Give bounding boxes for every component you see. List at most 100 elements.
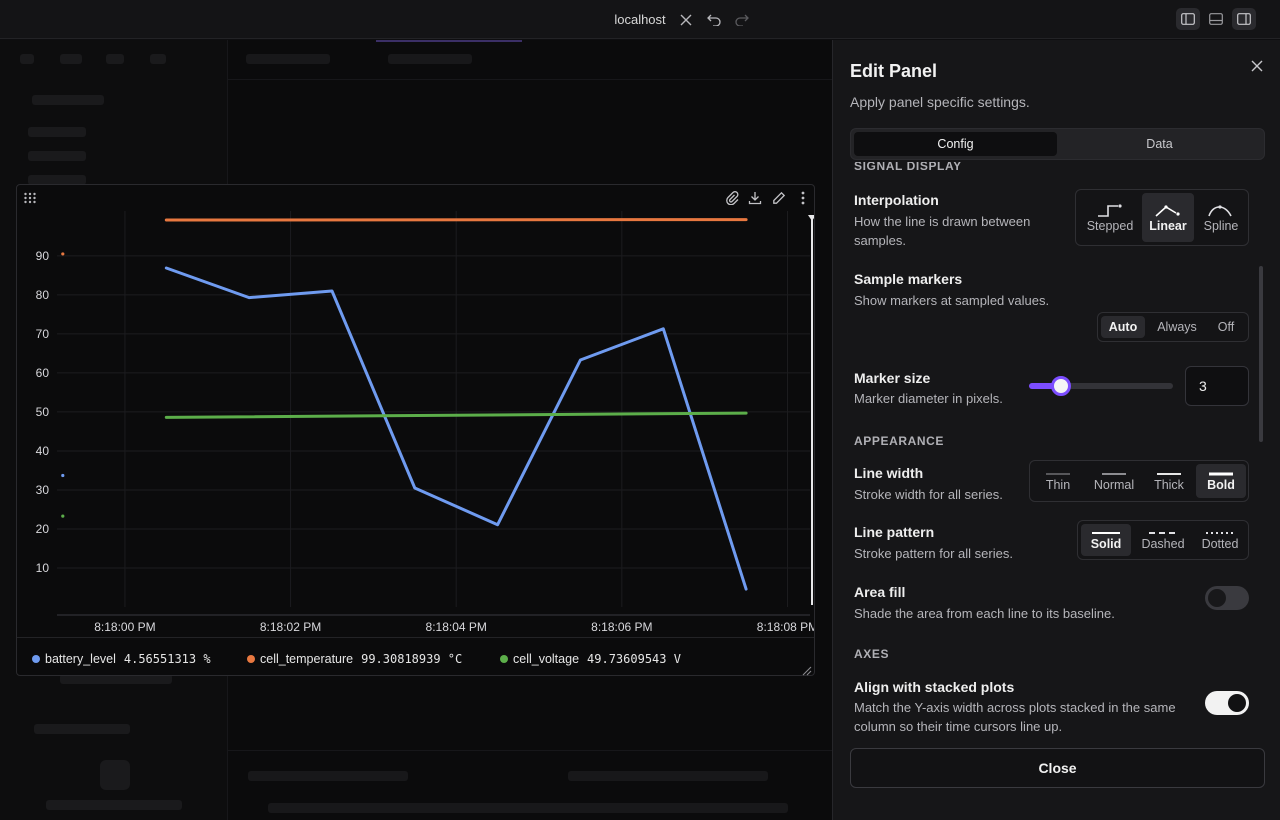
y-tick-label: 60 xyxy=(36,366,50,380)
window-title: localhost xyxy=(614,12,666,27)
y-tick-label: 90 xyxy=(36,249,50,263)
legend-value: 99.30818939 °C xyxy=(361,652,463,666)
interpolation-linear-button[interactable]: Linear xyxy=(1142,193,1194,242)
x-tick-label: 8:18:04 PM xyxy=(426,620,487,634)
legend-swatch xyxy=(500,655,508,663)
marker-size-input[interactable]: 3 xyxy=(1185,366,1249,406)
markers-always-button[interactable]: Always xyxy=(1150,316,1204,338)
marker-point xyxy=(61,473,65,478)
legend-label: cell_temperature xyxy=(260,652,354,666)
config-data-tabs: Config Data xyxy=(850,128,1265,160)
legend-value: 4.56551313 % xyxy=(123,652,211,666)
line-pattern-solid-button[interactable]: Solid xyxy=(1081,524,1131,556)
close-button[interactable]: Close xyxy=(850,748,1265,788)
markers-auto-button[interactable]: Auto xyxy=(1101,316,1145,338)
interpolation-label: Interpolation xyxy=(854,192,939,208)
background-bottom-bar xyxy=(228,750,832,820)
edit-panel: Edit Panel Apply panel specific settings… xyxy=(832,40,1280,820)
section-axes: AXES xyxy=(854,647,890,661)
slider-thumb[interactable] xyxy=(1050,376,1071,396)
line-pattern-label: Line pattern xyxy=(854,524,935,540)
more-options-icon[interactable] xyxy=(794,189,812,207)
option-label: Stepped xyxy=(1086,218,1134,233)
stepped-line-icon xyxy=(1098,203,1122,217)
undo-icon[interactable] xyxy=(704,10,724,30)
close-tab-icon[interactable] xyxy=(676,10,696,30)
area-fill-desc: Shade the area from each line to its bas… xyxy=(854,606,1115,621)
y-tick-label: 20 xyxy=(36,522,50,536)
sample-markers-label: Sample markers xyxy=(854,271,963,287)
edit-pencil-icon[interactable] xyxy=(770,189,788,207)
thick-line-icon xyxy=(1157,473,1181,475)
sample-markers-selector: Auto Always Off xyxy=(1097,312,1249,342)
align-stacked-label: Align with stacked plots xyxy=(854,679,1015,695)
line-width-thin-button[interactable]: Thin xyxy=(1033,464,1083,498)
toggle-knob xyxy=(1228,694,1246,712)
redo-icon[interactable] xyxy=(732,10,752,30)
title-bar: localhost xyxy=(0,0,1280,39)
line-chart[interactable]: 10 20 30 40 50 60 70 80 90 8:18:00 PM 8:18:02 PM 8:… xyxy=(17,211,814,637)
close-icon[interactable] xyxy=(1247,56,1267,76)
align-stacked-toggle[interactable] xyxy=(1205,691,1249,715)
line-pattern-dashed-button[interactable]: Dashed xyxy=(1134,524,1192,556)
x-tick-label: 8:18:08 PM xyxy=(757,620,814,634)
marker-point xyxy=(61,514,65,518)
line-pattern-desc: Stroke pattern for all series. xyxy=(854,546,1013,561)
paperclip-icon[interactable] xyxy=(723,189,741,207)
line-width-bold-button[interactable]: Bold xyxy=(1196,464,1246,498)
legend-label: cell_voltage xyxy=(513,652,580,666)
x-tick-label: 8:18:02 PM xyxy=(260,620,321,634)
line-pattern-dotted-button[interactable]: Dotted xyxy=(1194,524,1246,556)
dashed-line-icon xyxy=(1149,532,1177,534)
line-width-thick-button[interactable]: Thick xyxy=(1144,464,1194,498)
option-label: Spline xyxy=(1203,218,1239,233)
marker-size-slider[interactable] xyxy=(1029,376,1173,396)
toggle-left-sidebar-icon[interactable] xyxy=(1176,8,1200,30)
y-tick-label: 40 xyxy=(36,444,50,458)
sample-markers-desc: Show markers at sampled values. xyxy=(854,293,1050,308)
option-label: Solid xyxy=(1090,537,1122,551)
option-label: Dotted xyxy=(1201,537,1239,551)
x-tick-label: 8:18:06 PM xyxy=(591,620,652,634)
y-tick-label: 80 xyxy=(36,288,50,302)
drag-handle-icon[interactable] xyxy=(23,191,37,205)
thin-line-icon xyxy=(1046,473,1070,475)
option-label: Normal xyxy=(1093,478,1135,492)
line-width-normal-button[interactable]: Normal xyxy=(1086,464,1142,498)
section-signal-display: SIGNAL DISPLAY xyxy=(854,162,962,173)
y-tick-label: 70 xyxy=(36,327,50,341)
legend-swatch xyxy=(32,655,40,663)
x-tick-label: 8:18:00 PM xyxy=(94,620,155,634)
marker-size-label: Marker size xyxy=(854,370,931,386)
interpolation-stepped-button[interactable]: Stepped xyxy=(1081,193,1139,242)
plot-panel[interactable]: 10 20 30 40 50 60 70 80 90 8:18:00 PM 8:18:02 PM 8:… xyxy=(16,184,815,676)
tab-config[interactable]: Config xyxy=(854,132,1057,156)
settings-scroll-area[interactable]: SIGNAL DISPLAY Interpolation How the lin… xyxy=(833,162,1280,742)
section-appearance: APPEARANCE xyxy=(854,434,945,448)
markers-off-button[interactable]: Off xyxy=(1206,316,1246,338)
toggle-bottom-panel-icon[interactable] xyxy=(1204,8,1228,30)
download-icon[interactable] xyxy=(746,189,764,207)
option-label: Linear xyxy=(1149,218,1187,233)
legend-item-cell-voltage[interactable]: cell_voltage 49.73609543 V xyxy=(500,652,681,666)
solid-line-icon xyxy=(1092,532,1120,534)
y-tick-label: 30 xyxy=(36,483,50,497)
edit-panel-title: Edit Panel xyxy=(850,61,938,81)
background-tabbar xyxy=(228,40,832,80)
legend-item-cell-temperature[interactable]: cell_temperature 99.30818939 °C xyxy=(247,652,462,666)
legend-item-battery-level[interactable]: battery_level 4.56551313 % xyxy=(32,652,211,666)
area-fill-toggle[interactable] xyxy=(1205,586,1249,610)
tab-data[interactable]: Data xyxy=(1058,132,1261,156)
y-tick-label: 10 xyxy=(36,561,50,575)
edit-panel-subtitle: Apply panel specific settings. xyxy=(850,94,1030,110)
marker-point xyxy=(61,252,65,256)
resize-handle-icon[interactable] xyxy=(802,663,812,676)
settings-scrollbar[interactable] xyxy=(1259,266,1263,442)
option-label: Bold xyxy=(1207,478,1235,492)
bold-line-icon xyxy=(1209,472,1233,476)
interpolation-spline-button[interactable]: Spline xyxy=(1197,193,1245,242)
legend-swatch xyxy=(247,655,255,663)
chart-legend: battery_level 4.56551313 % cell_temperat… xyxy=(17,637,814,675)
toggle-right-sidebar-icon[interactable] xyxy=(1232,8,1256,30)
toggle-knob xyxy=(1208,589,1226,607)
